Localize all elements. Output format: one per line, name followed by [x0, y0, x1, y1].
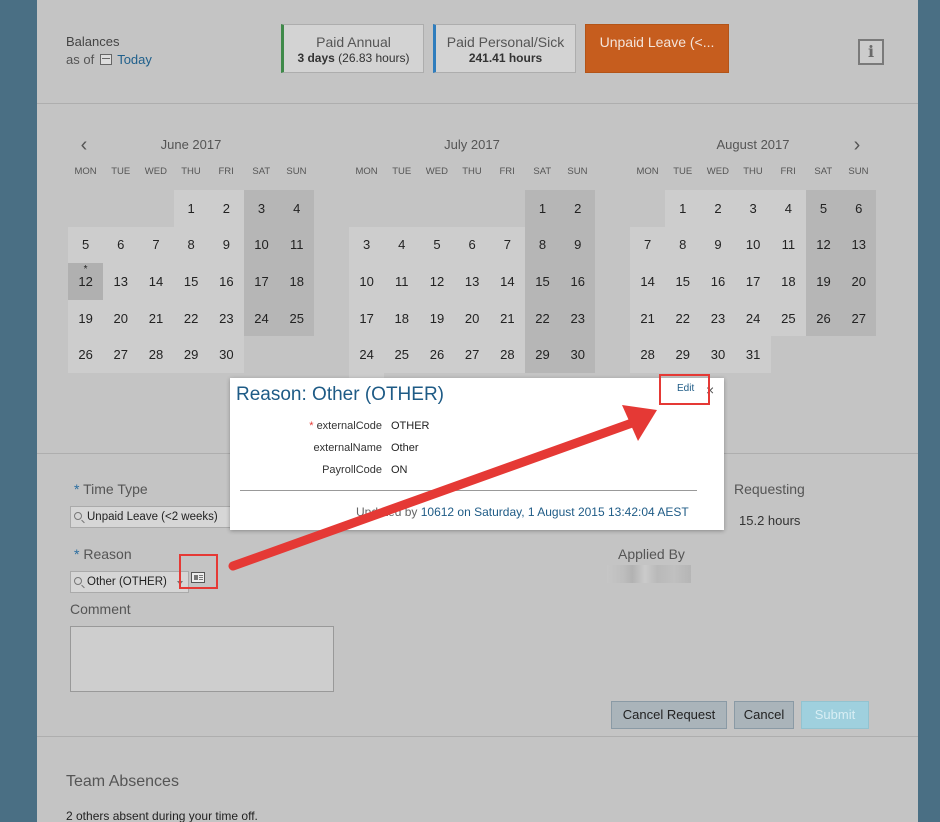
arrow-shaft [228, 418, 637, 571]
annotation-arrow [228, 405, 657, 571]
